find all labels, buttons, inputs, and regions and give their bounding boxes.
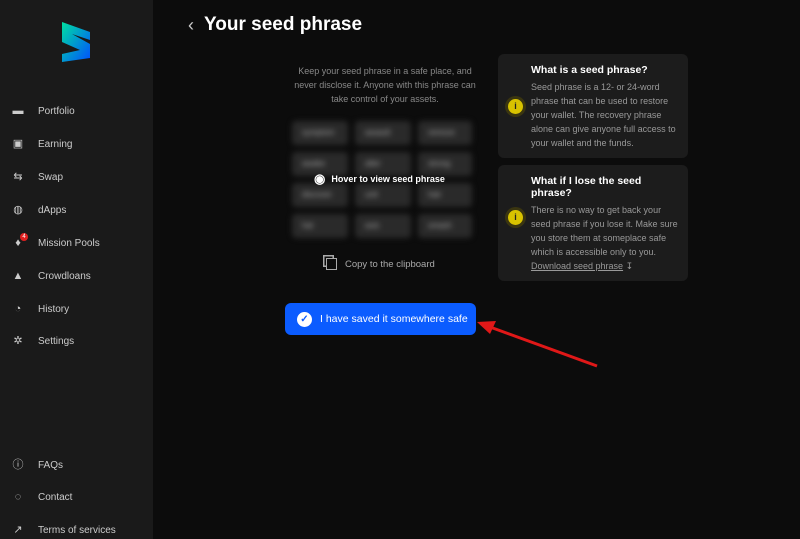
annotation-arrow bbox=[477, 321, 598, 368]
